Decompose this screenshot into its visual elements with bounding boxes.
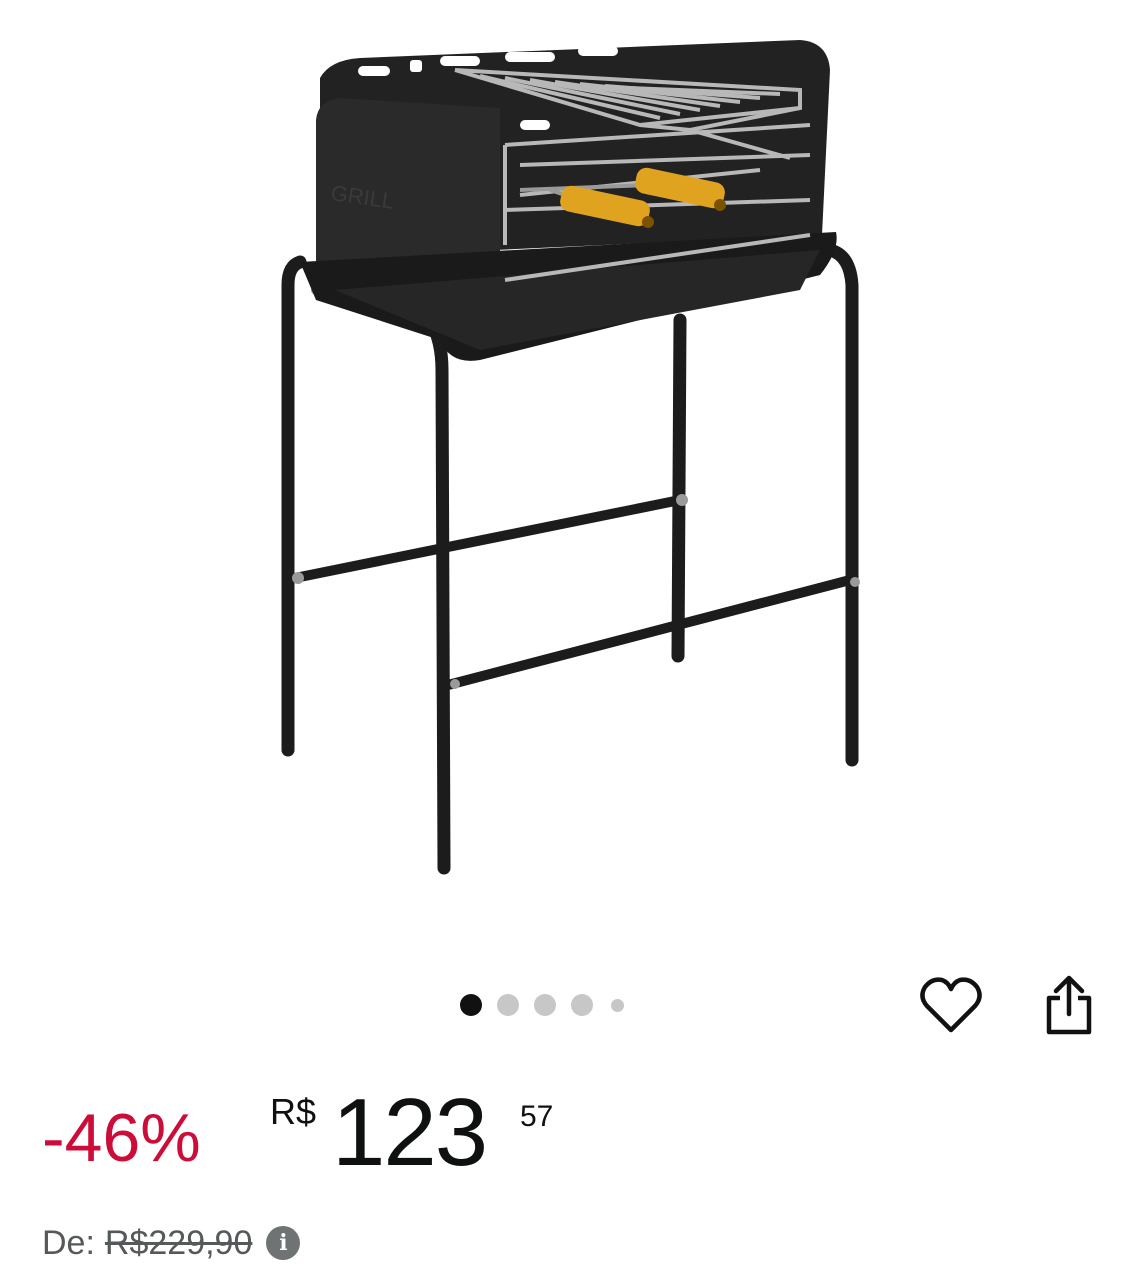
price-whole: 123 xyxy=(332,1079,488,1186)
carousel-dot-5[interactable] xyxy=(611,998,624,1012)
price-currency: R$ xyxy=(270,1091,317,1132)
wishlist-button[interactable] xyxy=(916,970,986,1040)
list-price: De: R$229,90 i xyxy=(42,1218,301,1268)
share-icon xyxy=(1046,975,1092,1035)
discount-percentage: -46% xyxy=(42,1100,201,1176)
carousel-dot-3[interactable] xyxy=(534,994,556,1016)
carousel-dot-2[interactable] xyxy=(497,994,519,1016)
list-price-label: De: xyxy=(42,1223,95,1262)
carousel-dot-1[interactable] xyxy=(460,994,482,1016)
heart-outline-icon xyxy=(920,977,982,1033)
share-button[interactable] xyxy=(1034,970,1104,1040)
price-cents: 57 xyxy=(520,1100,554,1133)
info-icon[interactable]: i xyxy=(266,1226,301,1260)
product-image[interactable]: GRILL xyxy=(0,0,1145,960)
image-carousel-dots[interactable] xyxy=(460,988,624,1022)
list-price-value: R$229,90 xyxy=(104,1223,253,1262)
carousel-dot-4[interactable] xyxy=(571,994,593,1016)
grill-stand xyxy=(281,243,859,875)
